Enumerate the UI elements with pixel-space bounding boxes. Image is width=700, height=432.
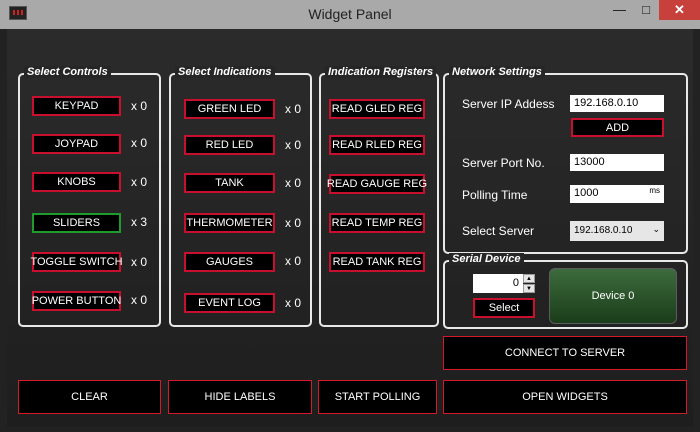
group-title: Network Settings (449, 66, 545, 78)
add-button[interactable]: ADD (571, 118, 664, 137)
thermometer-button[interactable]: THERMOMETER (184, 213, 275, 233)
sliders-button[interactable]: SLIDERS (32, 213, 121, 233)
gauges-count: x 0 (285, 254, 302, 268)
hide-labels-button[interactable]: HIDE LABELS (168, 380, 312, 414)
spin-up-icon[interactable]: ▲ (523, 274, 535, 283)
event-log-button[interactable]: EVENT LOG (184, 293, 275, 313)
joypad-button[interactable]: JOYPAD (32, 134, 121, 154)
keypad-count: x 0 (131, 99, 148, 113)
green-led-count: x 0 (285, 102, 302, 116)
server-ip-label: Server IP Addess (462, 97, 555, 111)
polling-time-value: 1000 (574, 187, 599, 199)
select-server-dropdown[interactable]: 192.168.0.10 ⌄ (570, 221, 664, 241)
polling-time-input[interactable]: 1000 ms (570, 185, 664, 203)
clear-button[interactable]: CLEAR (18, 380, 161, 414)
ms-unit: ms (649, 186, 660, 195)
server-ip-input[interactable]: 192.168.0.10 (570, 95, 664, 112)
window-title: Widget Panel (308, 6, 392, 22)
gauges-button[interactable]: GAUGES (184, 252, 275, 272)
read-rled-reg-button[interactable]: READ RLED REG (329, 135, 425, 155)
group-title: Serial Device (449, 253, 524, 265)
read-gled-reg-button[interactable]: READ GLED REG (329, 99, 425, 119)
power-button-button[interactable]: POWER BUTTON (32, 291, 121, 311)
maximize-button[interactable]: □ (633, 0, 659, 20)
polling-time-label: Polling Time (462, 188, 528, 202)
thermometer-count: x 0 (285, 216, 302, 230)
red-led-button[interactable]: RED LED (184, 135, 275, 155)
green-led-button[interactable]: GREEN LED (184, 99, 275, 119)
serial-select-button[interactable]: Select (473, 298, 535, 318)
minimize-button[interactable]: — (606, 0, 633, 20)
toggle-switch-button[interactable]: TOGGLE SWITCH (30, 252, 123, 272)
group-title: Indication Registers (325, 66, 437, 78)
server-port-label: Server Port No. (462, 156, 545, 170)
connect-to-server-button[interactable]: CONNECT TO SERVER (443, 336, 687, 370)
spin-down-icon[interactable]: ▼ (523, 284, 535, 293)
power-button-count: x 0 (131, 293, 148, 307)
knobs-button[interactable]: KNOBS (32, 172, 121, 192)
select-server-value: 192.168.0.10 (574, 225, 633, 236)
close-button[interactable]: ✕ (659, 0, 700, 20)
chevron-down-icon: ⌄ (652, 224, 660, 234)
device-number-value[interactable]: 0 (473, 274, 523, 293)
server-port-input[interactable]: 13000 (570, 154, 664, 171)
event-log-count: x 0 (285, 296, 302, 310)
select-server-label: Select Server (462, 224, 535, 238)
toggle-switch-count: x 0 (131, 255, 148, 269)
title-bar: Widget Panel — □ ✕ (0, 0, 700, 29)
group-title: Select Controls (24, 66, 111, 78)
device-0-button[interactable]: Device 0 (549, 268, 677, 324)
keypad-button[interactable]: KEYPAD (32, 96, 121, 116)
start-polling-button[interactable]: START POLLING (318, 380, 437, 414)
read-tank-reg-button[interactable]: READ TANK REG (329, 252, 425, 272)
read-gauge-reg-button[interactable]: READ GAUGE REG (327, 174, 427, 194)
sliders-count: x 3 (131, 215, 148, 229)
tank-button[interactable]: TANK (184, 173, 275, 193)
tank-count: x 0 (285, 176, 302, 190)
joypad-count: x 0 (131, 136, 148, 150)
group-title: Select Indications (175, 66, 275, 78)
read-temp-reg-button[interactable]: READ TEMP REG (329, 213, 425, 233)
red-led-count: x 0 (285, 138, 302, 152)
open-widgets-button[interactable]: OPEN WIDGETS (443, 380, 687, 414)
knobs-count: x 0 (131, 175, 148, 189)
